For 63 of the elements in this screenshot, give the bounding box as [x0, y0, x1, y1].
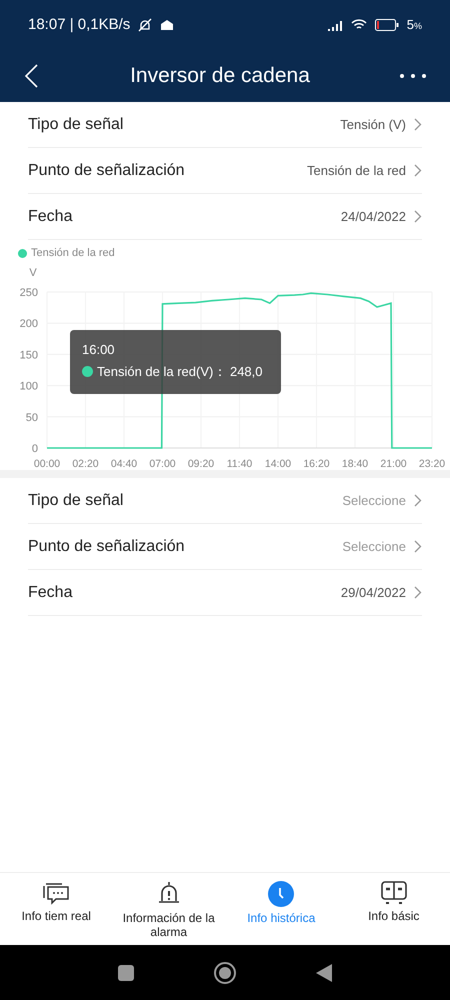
- device-icon: [380, 881, 407, 905]
- x-tick-label: 21:00: [380, 458, 407, 470]
- setting-label: Punto de señalización: [28, 536, 185, 556]
- chevron-icon: [414, 494, 422, 507]
- x-tick-label: 07:00: [149, 458, 176, 470]
- status-time: 18:07 | 0,1KB/s: [28, 14, 130, 35]
- setting-value: 29/04/2022: [340, 584, 406, 602]
- tooltip-time: 16:00: [82, 342, 116, 358]
- y-tick-label: 0: [32, 443, 38, 455]
- header-title: Inversor de cadena: [130, 63, 310, 90]
- y-tick-label: 100: [20, 380, 38, 393]
- setting-label: Tipo de señal: [28, 490, 124, 510]
- tab[interactable]: Info histórica: [225, 873, 338, 945]
- chat-icon: [43, 881, 70, 905]
- battery-level: 5%: [406, 16, 422, 34]
- x-tick-label: 23:20: [418, 458, 446, 470]
- tab[interactable]: Info tiem real: [0, 873, 112, 945]
- setting-label: Fecha: [28, 582, 72, 602]
- y-tick-label: 200: [20, 318, 38, 330]
- x-tick-label: 16:20: [303, 458, 330, 470]
- recents-button[interactable]: [118, 964, 134, 980]
- chevron-icon: [414, 586, 422, 599]
- setting-value: Tensión de la red: [306, 162, 406, 180]
- x-tick-label: 18:40: [342, 458, 368, 470]
- setting-row[interactable]: Fecha 24/04/2022: [28, 194, 422, 240]
- tab[interactable]: Info básic: [338, 873, 450, 945]
- setting-label: Punto de señalización: [28, 160, 185, 180]
- legend-label[interactable]: Tensión de la red: [31, 244, 115, 262]
- setting-row[interactable]: Fecha 29/04/2022: [28, 570, 422, 616]
- clock-icon: [268, 881, 294, 907]
- y-tick-label: 150: [20, 349, 38, 362]
- setting-value: Seleccione: [342, 492, 406, 510]
- back-button[interactable]: [24, 63, 40, 89]
- setting-row[interactable]: Tipo de señal Seleccione: [28, 478, 422, 524]
- chevron-icon: [414, 210, 422, 223]
- setting-value: Tensión (V): [340, 116, 406, 134]
- chevron-icon: [414, 164, 422, 177]
- battery-icon: [374, 19, 399, 31]
- bell-muted-icon: [138, 18, 152, 32]
- wifi-icon: [350, 19, 367, 31]
- setting-row[interactable]: Tipo de señal Tensión (V): [28, 102, 422, 148]
- x-tick-label: 04:40: [110, 458, 138, 470]
- x-tick-label: 02:20: [72, 458, 99, 470]
- back-nav-button[interactable]: [316, 964, 332, 982]
- setting-row[interactable]: Punto de señalización Seleccione: [28, 524, 422, 570]
- setting-label: Tipo de señal: [28, 114, 124, 134]
- chevron-icon: [414, 118, 422, 131]
- setting-value: 24/04/2022: [340, 208, 406, 226]
- x-tick-label: 14:00: [264, 458, 292, 470]
- chevron-icon: [414, 540, 422, 553]
- y-axis-label: V: [29, 267, 37, 279]
- setting-value: Seleccione: [342, 538, 406, 556]
- setting-label: Fecha: [28, 206, 72, 226]
- home-button[interactable]: [214, 962, 236, 984]
- x-tick-label: 11:40: [226, 458, 252, 470]
- setting-row[interactable]: Punto de señalización Tensión de la red: [28, 148, 422, 194]
- signal-icon: [326, 20, 343, 30]
- tooltip-text: Tensión de la red(V)： 248,0: [97, 363, 263, 381]
- x-tick-label: 09:20: [188, 458, 214, 470]
- y-tick-label: 250: [20, 287, 38, 299]
- x-tick-label: 00:00: [34, 458, 60, 470]
- y-tick-label: 50: [26, 412, 38, 424]
- tab[interactable]: Información de la alarma: [112, 873, 225, 945]
